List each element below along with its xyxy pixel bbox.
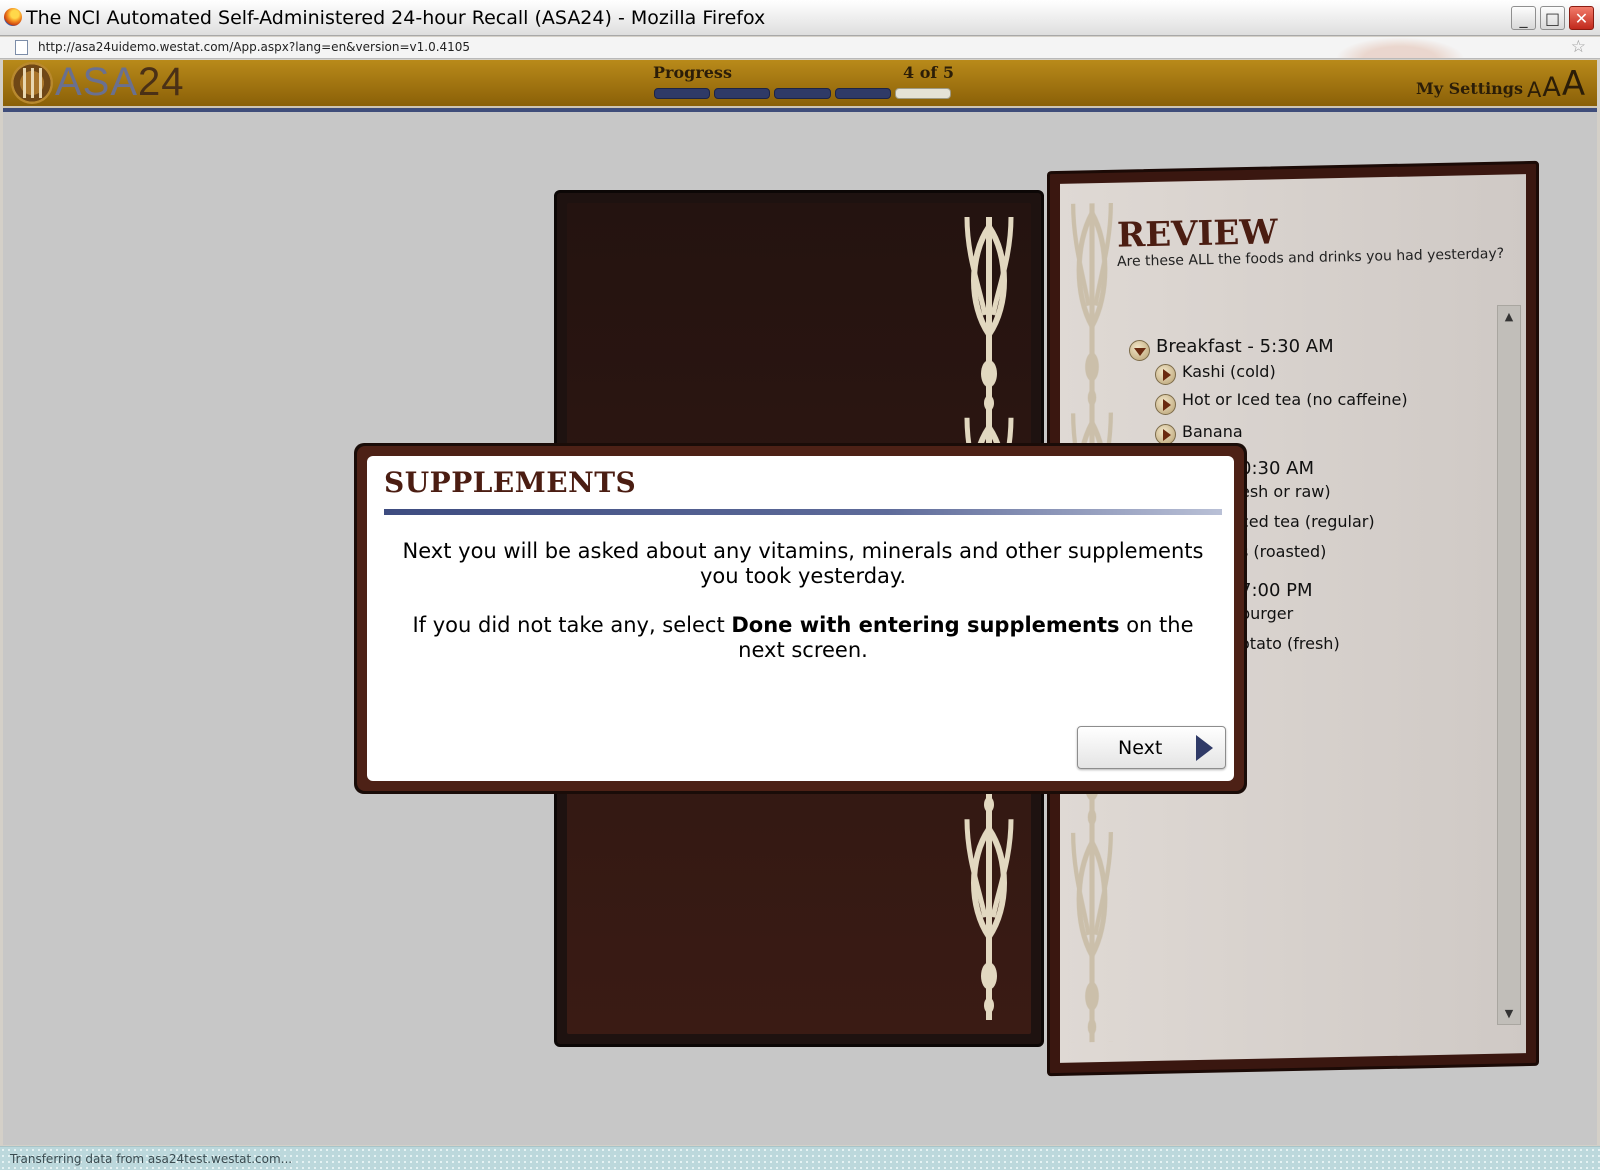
progress-segment [714, 88, 771, 99]
food-item[interactable]: ced tea (regular) [1240, 512, 1375, 531]
meal-heading[interactable]: 0:30 AM [1240, 458, 1314, 479]
next-arrow-icon [1196, 735, 1213, 761]
font-size-small-button[interactable]: A [1527, 80, 1541, 101]
review-scrollbar[interactable]: ▲ ▼ [1497, 305, 1521, 1025]
window-titlebar: The NCI Automated Self-Administered 24-h… [0, 0, 1600, 36]
persona-decoration [1335, 37, 1465, 58]
status-text: Transferring data from asa24test.westat.… [10, 1152, 293, 1166]
progress-segment [894, 88, 952, 99]
collapse-meal-icon[interactable] [1129, 340, 1150, 361]
firefox-logo-icon [4, 8, 22, 26]
food-item[interactable]: s (roasted) [1240, 542, 1326, 561]
status-bar: Transferring data from asa24test.westat.… [0, 1146, 1600, 1170]
progress-segment [774, 88, 831, 99]
header-divider [3, 106, 1597, 114]
expand-food-icon[interactable] [1155, 364, 1176, 385]
maximize-button[interactable]: □ [1540, 6, 1565, 30]
app-logo-text: ASA24 [55, 60, 185, 104]
progress-bar [654, 88, 952, 99]
supplements-dialog: SUPPLEMENTS Next you will be asked about… [354, 443, 1247, 794]
expand-food-icon[interactable] [1155, 424, 1176, 445]
app-header: ASA24 Progress 4 of 5 My Settings A A A [3, 60, 1597, 106]
asa24-logo-icon [11, 62, 53, 104]
progress-segment [654, 88, 711, 99]
scroll-up-icon[interactable]: ▲ [1498, 310, 1520, 323]
food-item[interactable]: Hot or Iced tea (no caffeine) [1182, 390, 1408, 409]
my-settings-link[interactable]: My Settings [1416, 79, 1523, 98]
meal-heading[interactable]: Breakfast - 5:30 AM [1156, 336, 1334, 357]
meal-heading[interactable]: 7:00 PM [1240, 580, 1313, 601]
food-item[interactable]: Banana [1182, 422, 1243, 441]
url-text[interactable]: http://asa24uidemo.westat.com/App.aspx?l… [38, 40, 470, 54]
review-title: REVIEW [1116, 212, 1278, 256]
window-title: The NCI Automated Self-Administered 24-h… [26, 7, 766, 29]
food-item[interactable]: esh or raw) [1240, 482, 1331, 501]
progress-count: 4 of 5 [903, 63, 954, 82]
scroll-down-icon[interactable]: ▼ [1498, 1007, 1520, 1020]
font-size-controls: A A A [1527, 65, 1585, 101]
minimize-button[interactable]: _ [1511, 6, 1536, 30]
food-item[interactable]: otato (fresh) [1240, 634, 1340, 653]
done-supplements-phrase: Done with entering supplements [731, 613, 1120, 637]
dialog-title-rule [384, 509, 1222, 515]
next-button[interactable]: Next [1077, 726, 1226, 769]
font-size-medium-button[interactable]: A [1542, 74, 1560, 101]
dialog-paragraph-1: Next you will be asked about any vitamin… [402, 539, 1204, 588]
address-bar[interactable]: http://asa24uidemo.westat.com/App.aspx?l… [0, 37, 1600, 59]
dialog-title: SUPPLEMENTS [384, 466, 637, 499]
dialog-paragraph-2: If you did not take any, select Done wit… [412, 613, 1194, 662]
progress-label: Progress [653, 63, 732, 82]
progress-segment [834, 88, 891, 99]
food-item[interactable]: burger [1240, 604, 1293, 623]
close-button[interactable]: ✕ [1569, 6, 1594, 30]
page-icon [15, 40, 28, 55]
food-item[interactable]: Kashi (cold) [1182, 362, 1276, 381]
bookmark-star-icon[interactable]: ☆ [1571, 37, 1586, 57]
font-size-large-button[interactable]: A [1562, 67, 1585, 101]
expand-food-icon[interactable] [1155, 394, 1176, 415]
